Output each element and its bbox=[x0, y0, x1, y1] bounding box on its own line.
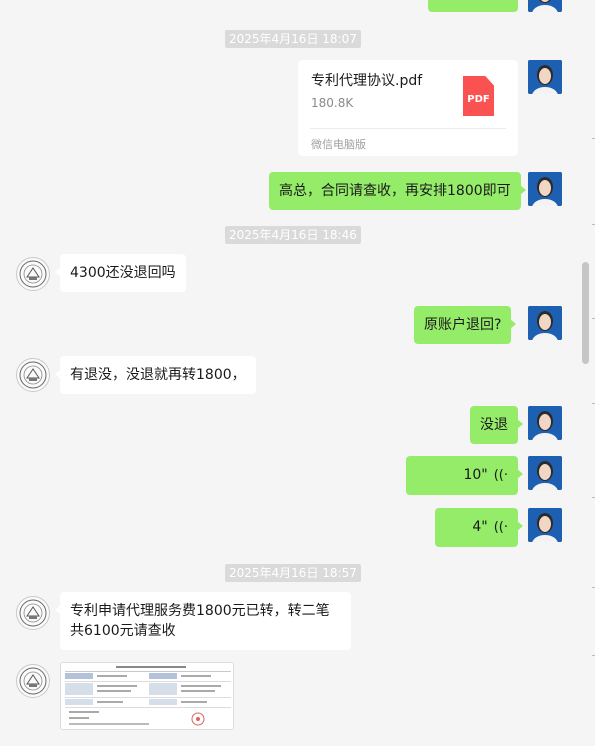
message-bubble-contact[interactable]: 专利申请代理服务费1800元已转，转二笔共6100元请查收 bbox=[55, 592, 351, 650]
contact-avatar[interactable] bbox=[16, 664, 50, 698]
my-avatar[interactable] bbox=[528, 0, 562, 12]
image-message-receipt-thumbnail[interactable] bbox=[60, 662, 234, 730]
voice-duration: 10" bbox=[463, 467, 488, 483]
file-source-label: 微信电脑版 bbox=[311, 138, 366, 151]
voice-wave-icon: ((· bbox=[493, 520, 508, 535]
my-avatar[interactable] bbox=[528, 172, 562, 206]
my-avatar[interactable] bbox=[528, 60, 562, 94]
my-avatar[interactable] bbox=[528, 406, 562, 440]
file-name: 专利代理协议.pdf bbox=[311, 73, 423, 89]
voice-duration: 4" bbox=[472, 519, 488, 535]
pdf-icon-label: PDF bbox=[467, 94, 490, 105]
chat-window: 2025年4月16日 18:07 专利代理协议.pdf 180.8K PDF 微… bbox=[0, 0, 595, 746]
voice-wave-icon: ((· bbox=[493, 468, 508, 483]
timestamp: 2025年4月16日 18:46 bbox=[225, 226, 361, 244]
message-bubble-mine[interactable]: 没退 bbox=[470, 406, 523, 444]
file-size: 180.8K bbox=[311, 96, 354, 110]
my-avatar[interactable] bbox=[528, 508, 562, 542]
my-avatar[interactable] bbox=[528, 306, 562, 340]
contact-avatar[interactable] bbox=[16, 358, 50, 392]
file-card-divider bbox=[310, 128, 506, 129]
timestamp: 2025年4月16日 18:07 bbox=[225, 30, 361, 48]
message-bubble-mine[interactable]: 原账户退回? bbox=[414, 306, 517, 344]
my-avatar[interactable] bbox=[528, 456, 562, 490]
message-bubble-mine[interactable]: 高总，合同请查收，再安排1800即可 bbox=[269, 172, 526, 210]
chat-scrollbar-thumb[interactable] bbox=[582, 262, 589, 364]
message-bubble-partial[interactable] bbox=[428, 0, 523, 12]
message-bubble-contact[interactable]: 4300还没退回吗 bbox=[55, 254, 186, 292]
voice-message-bubble[interactable]: 10" ((· bbox=[406, 456, 523, 495]
timestamp: 2025年4月16日 18:57 bbox=[225, 564, 361, 582]
message-bubble-contact[interactable]: 有退没，没退就再转1800， bbox=[55, 356, 256, 394]
file-message-card[interactable]: 专利代理协议.pdf 180.8K PDF 微信电脑版 bbox=[298, 60, 518, 156]
contact-avatar[interactable] bbox=[16, 596, 50, 630]
voice-message-bubble[interactable]: 4" ((· bbox=[435, 508, 523, 547]
pdf-file-icon: PDF bbox=[463, 76, 494, 116]
contact-avatar[interactable] bbox=[16, 257, 50, 291]
